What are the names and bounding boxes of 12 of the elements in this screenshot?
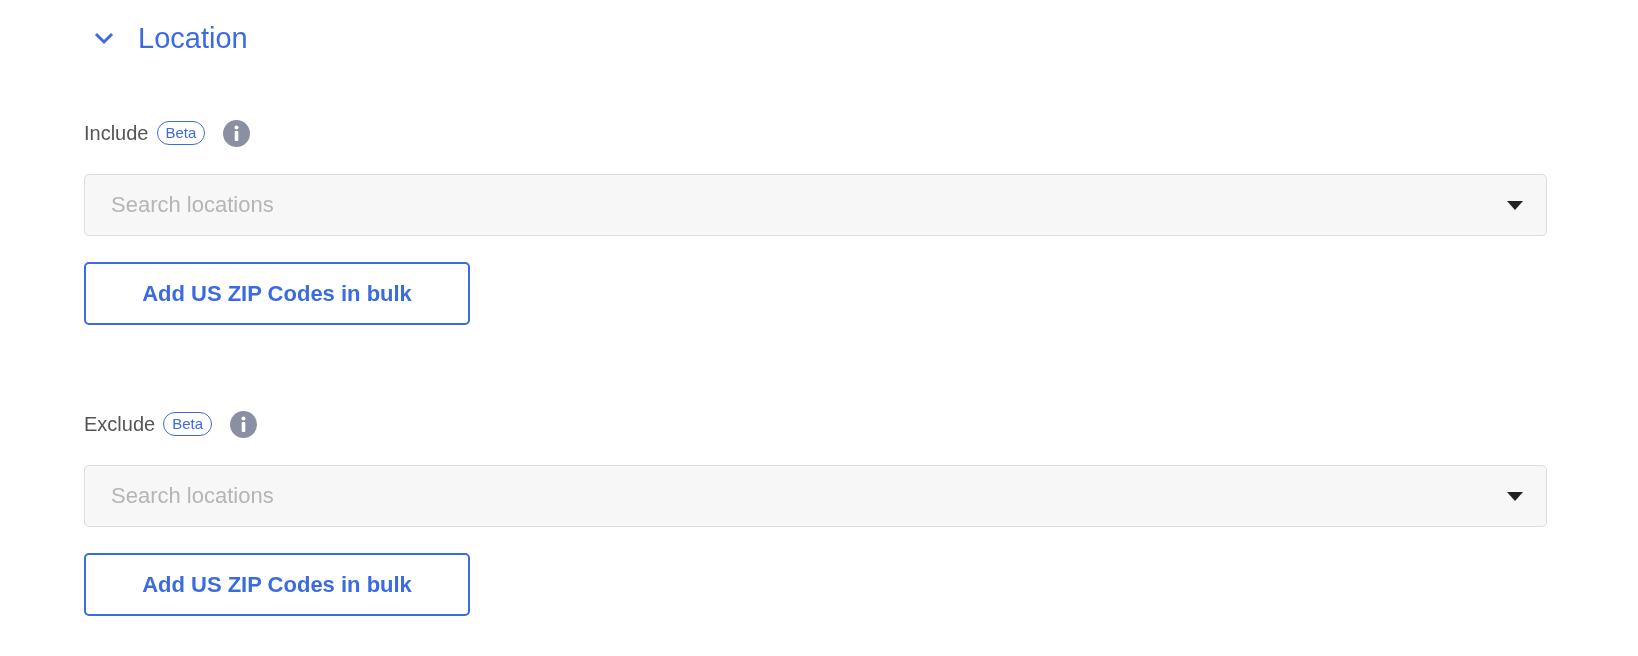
add-zip-codes-button[interactable]: Add US ZIP Codes in bulk: [84, 553, 470, 616]
dropdown-caret-icon[interactable]: [1507, 492, 1523, 501]
search-field[interactable]: Search locations: [84, 174, 1547, 236]
add-zip-codes-button[interactable]: Add US ZIP Codes in bulk: [84, 262, 470, 325]
dropdown-caret-icon[interactable]: [1507, 201, 1523, 210]
field-label: Exclude: [84, 412, 156, 436]
chevron-icon: [94, 31, 114, 45]
field-label: Include: [84, 121, 149, 145]
info-icon[interactable]: [223, 119, 251, 147]
section-header[interactable]: Location: [84, 18, 248, 58]
info-icon[interactable]: [230, 410, 257, 438]
search-field[interactable]: Search locations: [84, 465, 1547, 527]
